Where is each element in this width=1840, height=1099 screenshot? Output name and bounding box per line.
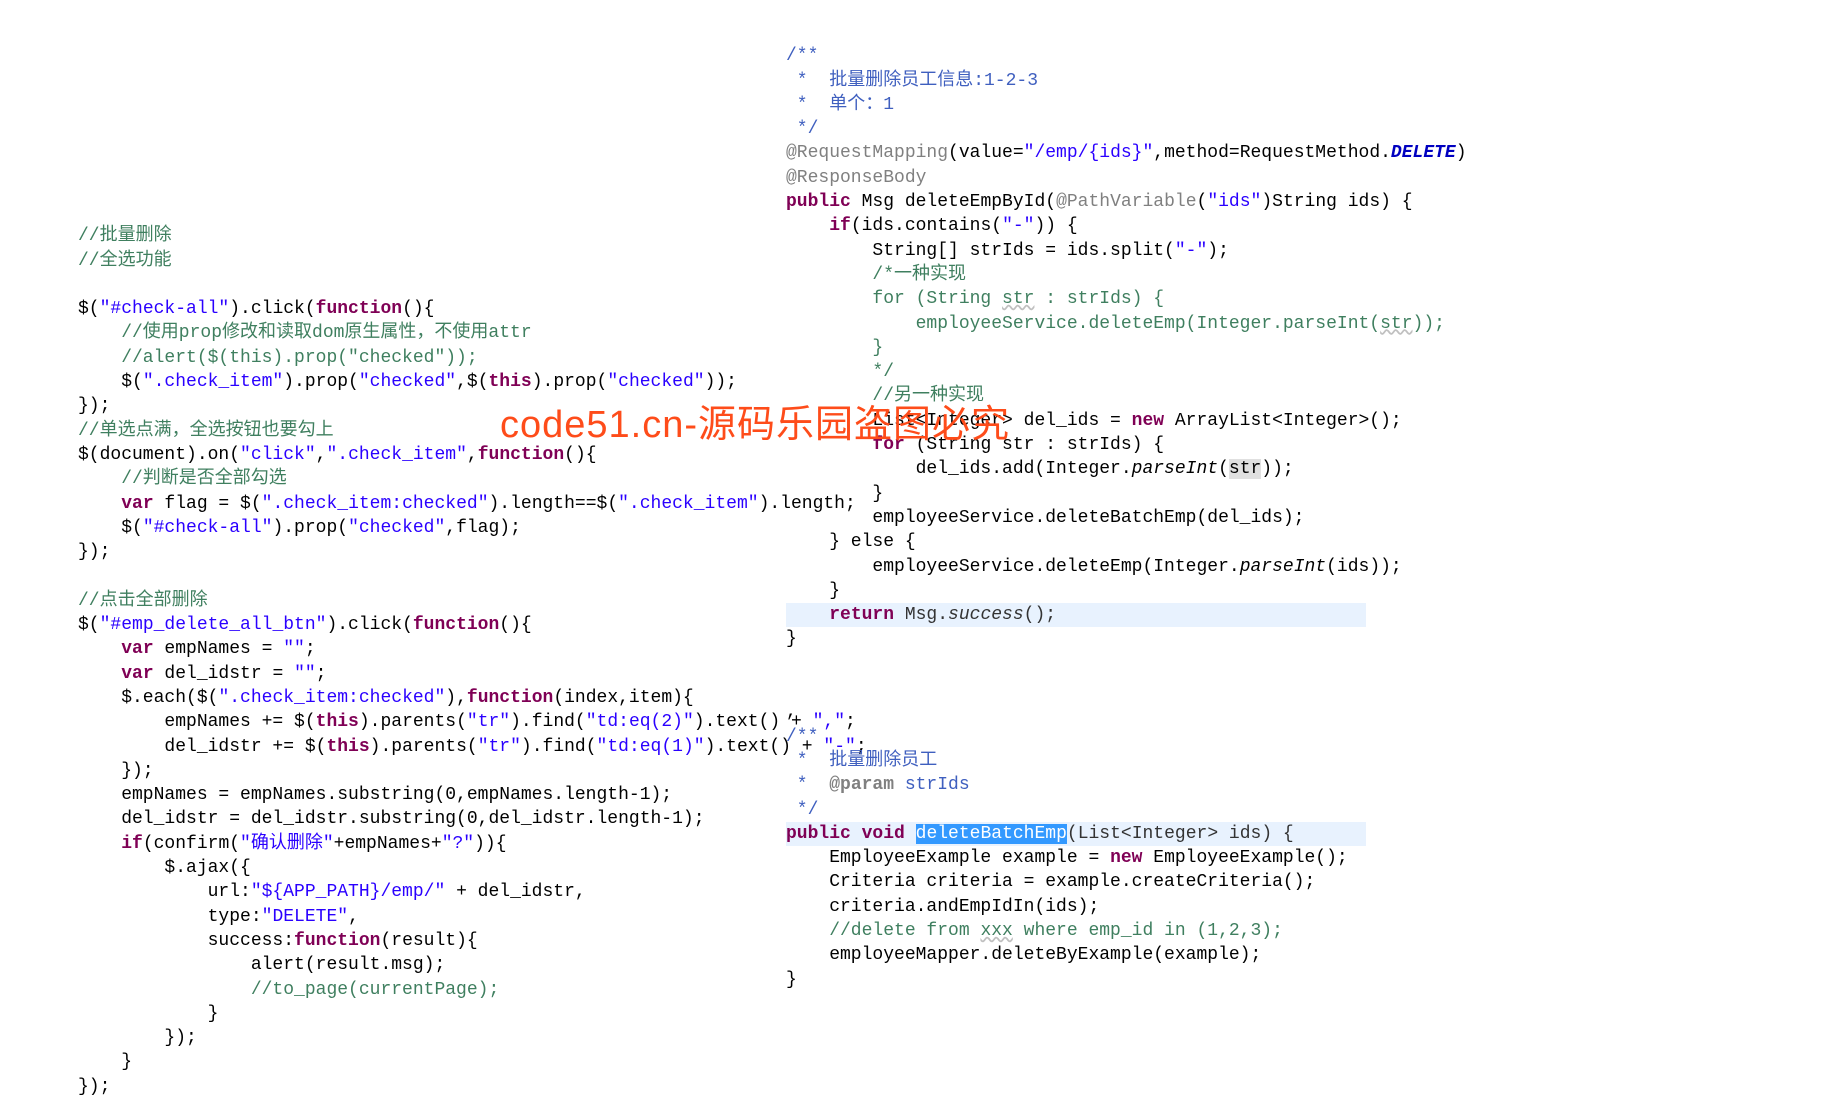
code-line: } else { (786, 532, 916, 552)
javadoc-line: /** (786, 727, 818, 747)
comment-line: //全选功能 (78, 251, 172, 271)
comment-line: //to_page(currentPage); (78, 980, 499, 1000)
code-line: EmployeeExample example = new EmployeeEx… (786, 848, 1348, 868)
comment-line: //alert($(this).prop("checked")); (78, 348, 478, 368)
code-line: $("#check-all").click(function(){ (78, 299, 434, 319)
comment-line: for (String str : strIds) { (786, 289, 1164, 309)
code-line: String[] strIds = ids.split("-"); (786, 241, 1229, 261)
code-line: var del_idstr = ""; (78, 664, 326, 684)
code-line: $(".check_item").prop("checked",$(this).… (78, 372, 737, 392)
code-line: employeeService.deleteBatchEmp(del_ids); (786, 508, 1304, 528)
code-line: success:function(result){ (78, 931, 478, 951)
code-line: del_idstr += $(this).parents("tr").find(… (78, 737, 867, 757)
code-line: } (786, 970, 797, 990)
code-line: List<Integer> del_ids = new ArrayList<In… (786, 411, 1402, 431)
code-line: } (786, 629, 797, 649)
code-line: criteria.andEmpIdIn(ids); (786, 897, 1099, 917)
right-code-panel: /** * 批量删除员工信息:1-2-3 * 单个：1 */ @RequestM… (786, 20, 1467, 992)
comment-line: //使用prop修改和读取dom原生属性，不使用attr (78, 323, 532, 343)
code-line: } (78, 1052, 132, 1072)
code-line: }); (78, 1028, 197, 1048)
code-line: }); (78, 1077, 110, 1097)
comment-line: */ (786, 362, 894, 382)
highlighted-line: public void deleteBatchEmp(List<Integer>… (786, 822, 1366, 846)
code-line: } (78, 1004, 218, 1024)
code-line: }); (78, 542, 110, 562)
code-line: var flag = $(".check_item:checked").leng… (78, 494, 856, 514)
code-line: alert(result.msg); (78, 955, 445, 975)
comment-line: //单选点满，全选按钮也要勾上 (78, 421, 334, 441)
comment-line: /*一种实现 (786, 265, 966, 285)
code-line: $.ajax({ (78, 858, 251, 878)
code-line: $(document).on("click",".check_item",fun… (78, 445, 597, 465)
left-code-panel: //批量删除 //全选功能 $("#check-all").click(func… (0, 0, 660, 1034)
code-line: if(ids.contains("-")) { (786, 216, 1078, 236)
comment-line: //判断是否全部勾选 (78, 469, 287, 489)
javadoc-line: */ (786, 119, 818, 139)
code-line: del_idstr = del_idstr.substring(0,del_id… (78, 809, 705, 829)
code-line: Criteria criteria = example.createCriter… (786, 872, 1315, 892)
javadoc-line: /** (786, 46, 818, 66)
comment-line: //另一种实现 (786, 386, 984, 406)
code-line: }); (78, 761, 154, 781)
code-line: $.each($(".check_item:checked"),function… (78, 688, 694, 708)
javadoc-line: */ (786, 800, 818, 820)
highlighted-line: return Msg.success(); (786, 603, 1366, 627)
code-line: $("#check-all").prop("checked",flag); (78, 518, 521, 538)
code-line: del_ids.add(Integer.parseInt(str)); (786, 459, 1294, 479)
comment-line: //批量删除 (78, 226, 172, 246)
annotation: @ResponseBody (786, 168, 926, 188)
code-line: if(confirm("确认删除"+empNames+"?")){ (78, 834, 507, 854)
code-line: var empNames = ""; (78, 639, 316, 659)
code-line: } (786, 484, 883, 504)
code-line: $("#emp_delete_all_btn").click(function(… (78, 615, 532, 635)
javadoc-line: * 批量删除员工 (786, 751, 937, 771)
code-line: employeeService.deleteEmp(Integer.parseI… (786, 557, 1402, 577)
javadoc-line: * 批量删除员工信息:1-2-3 (786, 71, 1038, 91)
code-line: type:"DELETE", (78, 907, 359, 927)
comment-line: employeeService.deleteEmp(Integer.parseI… (786, 314, 1445, 334)
code-line: , (786, 702, 797, 722)
comment-line: //delete from xxx where emp_id in (1,2,3… (786, 921, 1283, 941)
code-line: empNames = empNames.substring(0,empNames… (78, 785, 672, 805)
javadoc-line: * 单个：1 (786, 95, 894, 115)
code-document: //批量删除 //全选功能 $("#check-all").click(func… (0, 0, 1840, 1034)
code-line: @RequestMapping(value="/emp/{ids}",metho… (786, 143, 1467, 163)
code-line: empNames += $(this).parents("tr").find("… (78, 712, 856, 732)
comment-line: } (786, 338, 883, 358)
code-line: }); (78, 396, 110, 416)
code-line: } (786, 581, 840, 601)
code-line: for (String str : strIds) { (786, 435, 1164, 455)
code-line: url:"${APP_PATH}/emp/" + del_idstr, (78, 882, 586, 902)
code-line: public Msg deleteEmpById(@PathVariable("… (786, 192, 1413, 212)
code-line: employeeMapper.deleteByExample(example); (786, 945, 1261, 965)
comment-line: //点击全部删除 (78, 591, 208, 611)
javadoc-line: * @param strIds (786, 775, 970, 795)
